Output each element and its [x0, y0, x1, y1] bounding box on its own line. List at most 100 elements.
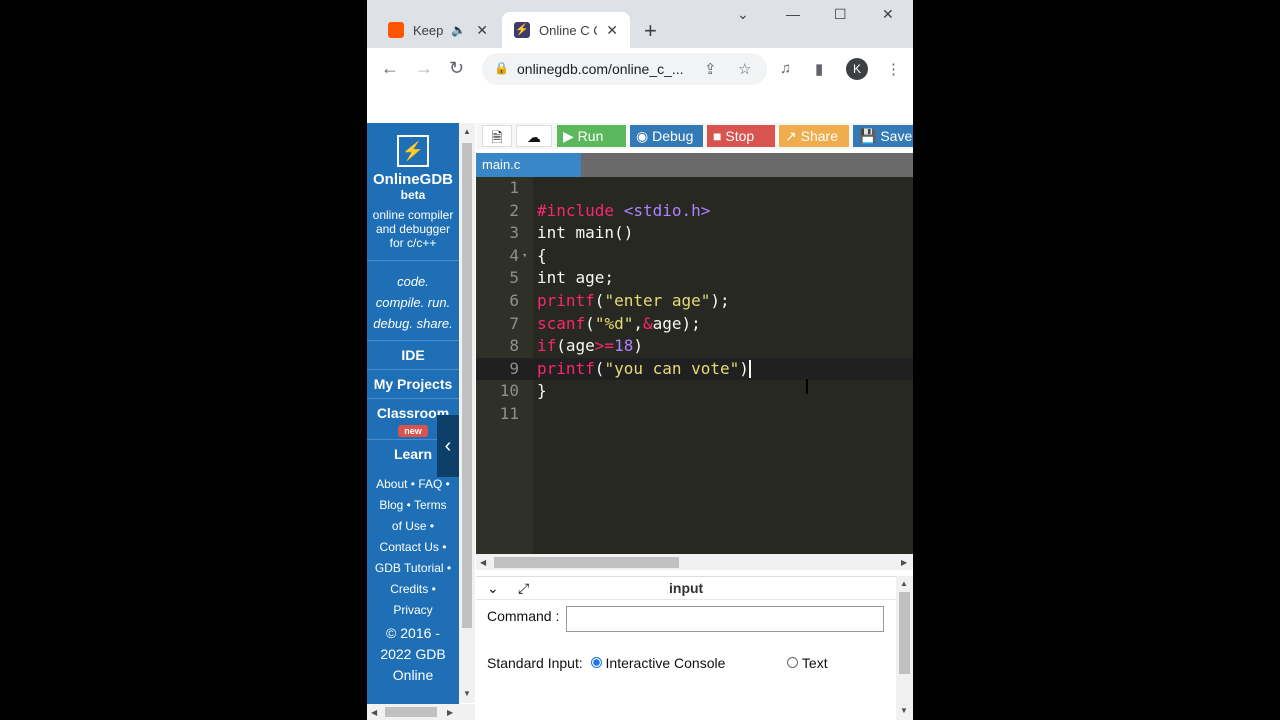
- code-text[interactable]: if(age>=18): [537, 335, 643, 358]
- scrollbar-thumb[interactable]: [494, 557, 679, 568]
- code-text[interactable]: #include <stdio.h>: [537, 200, 710, 223]
- input-panel-title: input: [669, 580, 704, 596]
- speaker-icon[interactable]: 🔈: [451, 23, 466, 37]
- new-tab-button[interactable]: +: [644, 20, 657, 42]
- editor-horizontal-scrollbar[interactable]: ◀ ▶: [476, 554, 913, 570]
- scroll-down-icon[interactable]: ▼: [463, 689, 471, 698]
- code-text[interactable]: }: [537, 380, 547, 403]
- text-radio[interactable]: [787, 656, 799, 668]
- copyright-line: Online: [392, 667, 434, 683]
- tab-search-icon[interactable]: ⌄: [737, 6, 749, 23]
- code-line[interactable]: 4 ▾ {: [476, 245, 913, 268]
- scroll-up-icon[interactable]: ▲: [900, 579, 908, 588]
- copyright-line: © 2016 -: [386, 625, 440, 641]
- tab-keep[interactable]: Keep C 🔈 ✕: [375, 12, 500, 48]
- new-badge: new: [398, 425, 428, 437]
- code-line[interactable]: 2 #include <stdio.h>: [476, 200, 913, 223]
- interactive-console-radio[interactable]: [590, 656, 602, 668]
- browser-menu-icon[interactable]: ⋮: [886, 60, 901, 78]
- onlinegdb-logo-icon[interactable]: ⚡: [397, 135, 429, 167]
- close-tab-icon[interactable]: ✕: [606, 22, 618, 39]
- interactive-console-label[interactable]: Interactive Console: [606, 655, 726, 671]
- text-option-label[interactable]: Text: [802, 655, 828, 671]
- footer-link[interactable]: Privacy: [367, 600, 459, 621]
- code-line-active[interactable]: 9 printf("you can vote"): [476, 357, 913, 381]
- run-button[interactable]: ▶ Run: [557, 125, 626, 147]
- code-text[interactable]: int age;: [537, 267, 614, 290]
- code-line[interactable]: 3 int main(): [476, 222, 913, 245]
- save-button[interactable]: 💾 Save: [853, 125, 913, 147]
- code-line[interactable]: 11: [476, 403, 913, 426]
- code-text[interactable]: printf("you can vote"): [537, 358, 751, 381]
- command-input[interactable]: [566, 606, 884, 632]
- code-text[interactable]: printf("enter age");: [537, 290, 730, 313]
- debug-button[interactable]: ◉ Debug: [630, 125, 703, 147]
- forward-icon[interactable]: →: [415, 58, 433, 78]
- media-control-icon[interactable]: ♫: [780, 60, 791, 77]
- lock-icon[interactable]: 🔒: [494, 61, 509, 75]
- footer-link[interactable]: Credits •: [367, 579, 459, 600]
- scrollbar-thumb[interactable]: [462, 143, 472, 628]
- stop-button[interactable]: ■ Stop: [707, 125, 775, 147]
- code-text[interactable]: {: [537, 245, 547, 268]
- scroll-up-icon[interactable]: ▲: [463, 127, 471, 136]
- address-bar[interactable]: 🔒 onlinegdb.com/online_c_... ⇪ ☆: [482, 53, 767, 85]
- share-page-icon[interactable]: ⇪: [704, 60, 717, 78]
- code-editor[interactable]: 1 2 #include <stdio.h> 3 int main() 4 ▾ …: [476, 177, 913, 554]
- sidebar-horizontal-scrollbar[interactable]: ◀ ▶: [367, 704, 475, 720]
- string-token: "enter age": [604, 291, 711, 310]
- punct-token: (: [594, 291, 605, 310]
- footer-link[interactable]: Blog • Terms: [367, 495, 459, 516]
- close-window-icon[interactable]: ✕: [882, 6, 894, 23]
- scroll-left-icon[interactable]: ◀: [371, 708, 377, 717]
- code-line[interactable]: 8 if(age>=18): [476, 335, 913, 358]
- scroll-right-icon[interactable]: ▶: [447, 708, 453, 717]
- ide-menubar: 🗎 ☁ ▶ Run ◉ Debug ■ Stop ↗ Share 💾 Save: [476, 123, 913, 149]
- scroll-left-icon[interactable]: ◀: [480, 558, 486, 567]
- footer-link[interactable]: of Use •: [367, 516, 459, 537]
- debug-label: Debug: [652, 128, 694, 144]
- page-scrollbar[interactable]: ▲ ▼: [459, 123, 475, 703]
- standard-input-label: Standard Input:: [487, 655, 583, 671]
- code-line[interactable]: 5 int age;: [476, 267, 913, 290]
- code-line[interactable]: 10 }: [476, 380, 913, 403]
- footer-link[interactable]: About • FAQ •: [367, 474, 459, 495]
- upload-button[interactable]: ☁: [516, 125, 552, 147]
- footer-link[interactable]: GDB Tutorial •: [367, 558, 459, 579]
- scrollbar-thumb[interactable]: [899, 592, 910, 674]
- input-panel-scrollbar[interactable]: ▲ ▼: [896, 576, 913, 720]
- fold-arrow-icon[interactable]: ▾: [522, 245, 527, 268]
- scrollbar-thumb[interactable]: [385, 707, 437, 717]
- share-button[interactable]: ↗ Share: [779, 125, 849, 147]
- code-line[interactable]: 6 printf("enter age");: [476, 290, 913, 313]
- footer-link[interactable]: Contact Us •: [367, 537, 459, 558]
- minimize-icon[interactable]: —: [786, 6, 800, 22]
- tab-main-c[interactable]: main.c: [476, 153, 581, 177]
- maximize-icon[interactable]: ☐: [834, 6, 847, 23]
- code-line[interactable]: 1: [476, 177, 913, 200]
- brand-name[interactable]: OnlineGDB: [367, 171, 459, 188]
- code-text[interactable]: scanf("%d",&age);: [537, 313, 701, 336]
- scroll-down-icon[interactable]: ▼: [900, 706, 908, 715]
- collapse-sidebar-button[interactable]: ‹: [437, 415, 459, 477]
- nav-ide[interactable]: IDE: [367, 340, 459, 369]
- close-tab-icon[interactable]: ✕: [476, 22, 488, 39]
- expand-icon[interactable]: ⤢: [518, 580, 529, 597]
- input-panel: ⌄ ⤢ input Command : Standard Input: Inte…: [476, 576, 896, 720]
- new-file-button[interactable]: 🗎: [482, 125, 512, 147]
- side-panel-icon[interactable]: ▮: [815, 60, 823, 78]
- reload-icon[interactable]: ↻: [449, 58, 464, 78]
- tab-onlinegdb[interactable]: ⚡ Online C C ✕: [502, 12, 630, 48]
- scroll-right-icon[interactable]: ▶: [901, 558, 907, 567]
- code-text[interactable]: int main(): [537, 222, 633, 245]
- ide-main: 🗎 ☁ ▶ Run ◉ Debug ■ Stop ↗ Share 💾 Save …: [476, 123, 913, 720]
- line-number: 7: [509, 313, 519, 333]
- line-number: 1: [509, 178, 519, 197]
- bookmark-star-icon[interactable]: ☆: [738, 60, 751, 78]
- code-line[interactable]: 7 scanf("%d",&age);: [476, 313, 913, 336]
- profile-avatar[interactable]: K: [846, 58, 868, 80]
- chevron-down-icon[interactable]: ⌄: [487, 580, 499, 597]
- url-text[interactable]: onlinegdb.com/online_c_...: [517, 61, 692, 77]
- back-icon[interactable]: ←: [381, 58, 399, 78]
- nav-my-projects[interactable]: My Projects: [367, 369, 459, 398]
